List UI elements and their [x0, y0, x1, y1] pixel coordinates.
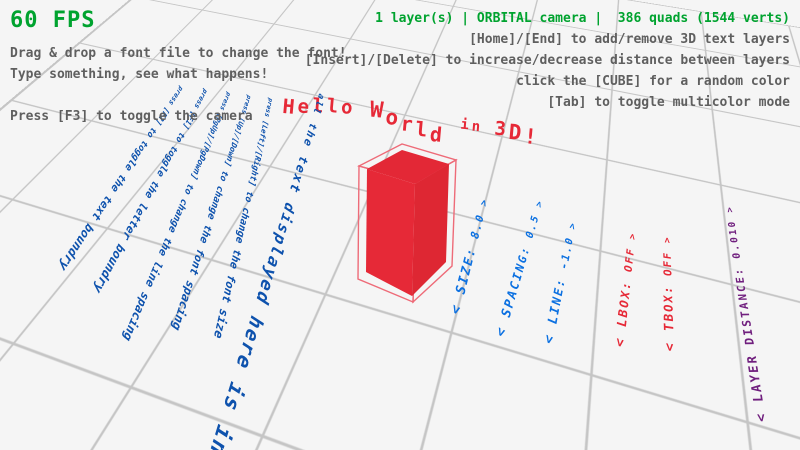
instruction-multicolor: [Tab] to toggle multicolor mode	[305, 92, 790, 113]
cube-face-front	[366, 169, 415, 296]
hud-left: 60 FPS Drag & drop a font file to change…	[10, 8, 347, 127]
instruction-toggle-camera: Press [F3] to toggle the camera	[10, 106, 347, 127]
instruction-drag-drop: Drag & drop a font file to change the fo…	[10, 43, 347, 64]
instruction-spacer	[10, 85, 347, 106]
status-bar: 1 layer(s) | ORBITAL camera | 386 quads …	[305, 8, 790, 29]
instruction-cube-color: click the [CUBE] for a random color	[305, 71, 790, 92]
hud-right: 1 layer(s) | ORBITAL camera | 386 quads …	[305, 8, 790, 113]
instruction-layer-distance: [Insert]/[Delete] to increase/decrease d…	[305, 50, 790, 71]
fps-counter: 60 FPS	[10, 8, 347, 33]
cube-face-right	[412, 164, 449, 296]
app-window: Hello World in 3D! all the text displaye…	[0, 0, 800, 450]
instruction-layers: [Home]/[End] to add/remove 3D text layer…	[305, 29, 790, 50]
instruction-type: Type something, see what happens!	[10, 64, 347, 85]
